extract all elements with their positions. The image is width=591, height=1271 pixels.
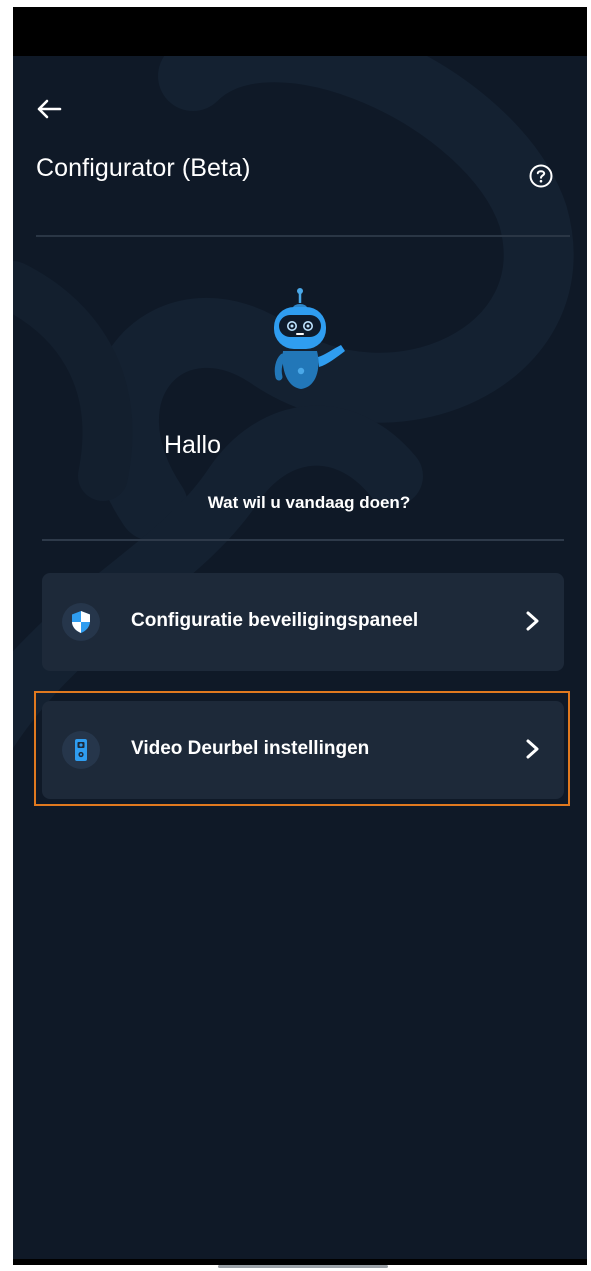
doorbell-icon (75, 739, 87, 761)
home-indicator[interactable] (218, 1265, 388, 1268)
shield-icon (72, 611, 90, 633)
option-label: Configuratie beveiligingspaneel (131, 610, 419, 631)
option-label: Video Deurbel instellingen (131, 738, 370, 759)
header-divider (36, 235, 570, 237)
question-circle-icon (529, 164, 553, 188)
app-screen: Configurator (Beta) Hallo Wat wil u vand… (13, 7, 587, 1265)
robot-icon (274, 288, 345, 389)
prompt-text: Wat wil u vandaag doen? (207, 493, 411, 512)
page-title: Configurator (Beta) (36, 154, 251, 182)
help-button[interactable] (528, 163, 554, 189)
back-button[interactable] (33, 95, 65, 123)
option-video-doorbell-settings[interactable]: Video Deurbel instellingen (42, 701, 564, 799)
section-divider (42, 539, 564, 541)
status-bar (13, 7, 587, 56)
option-icon-circle (62, 731, 100, 769)
arrow-left-icon (37, 99, 62, 119)
option-security-panel-configuration[interactable]: Configuratie beveiligingspaneel (42, 573, 564, 671)
greeting-text: Hallo (164, 431, 221, 459)
option-icon-circle (62, 603, 100, 641)
chevron-right-icon (526, 739, 539, 759)
chevron-right-icon (526, 611, 539, 631)
